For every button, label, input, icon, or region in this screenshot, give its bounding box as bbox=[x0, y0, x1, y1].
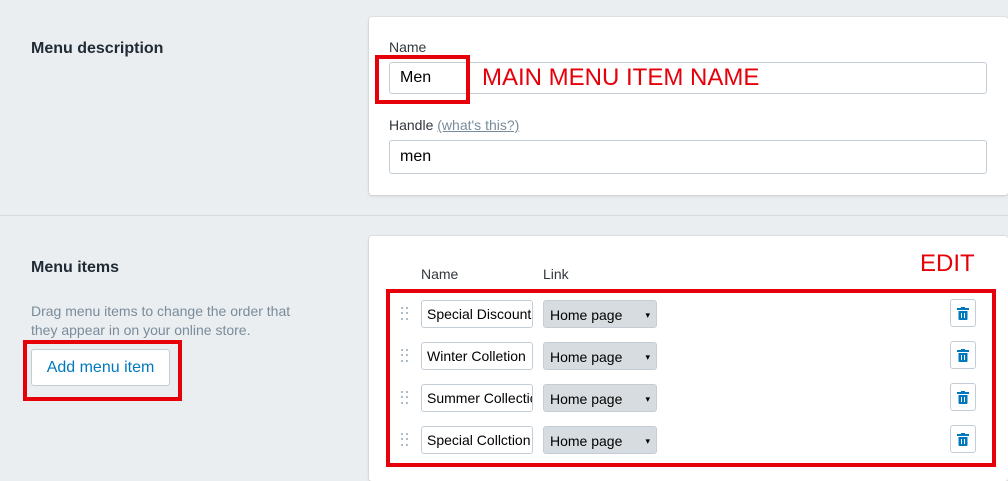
section-divider bbox=[0, 215, 1008, 216]
whats-this-link[interactable]: (what's this?) bbox=[437, 117, 519, 133]
menu-items-help-line2: they appear in on your online store. bbox=[31, 322, 251, 338]
column-header-link: Link bbox=[543, 266, 569, 282]
handle-input[interactable]: men bbox=[389, 140, 987, 174]
menu-items-title: Menu items bbox=[31, 259, 120, 276]
edit-annotation: EDIT bbox=[920, 250, 975, 277]
handle-label-text: Handle bbox=[389, 117, 434, 133]
items-highlight-box bbox=[386, 289, 996, 467]
column-header-name: Name bbox=[421, 266, 459, 282]
menu-items-help: Drag menu items to change the order that… bbox=[31, 302, 290, 340]
handle-label: Handle (what's this?) bbox=[389, 117, 519, 133]
menu-items-help-line1: Drag menu items to change the order that bbox=[31, 303, 291, 319]
menu-description-title: Menu description bbox=[31, 40, 164, 57]
name-label: Name bbox=[389, 39, 427, 55]
main-menu-annotation: MAIN MENU ITEM NAME bbox=[482, 64, 760, 91]
name-highlight-box bbox=[375, 55, 470, 104]
add-item-highlight-box bbox=[23, 340, 182, 401]
